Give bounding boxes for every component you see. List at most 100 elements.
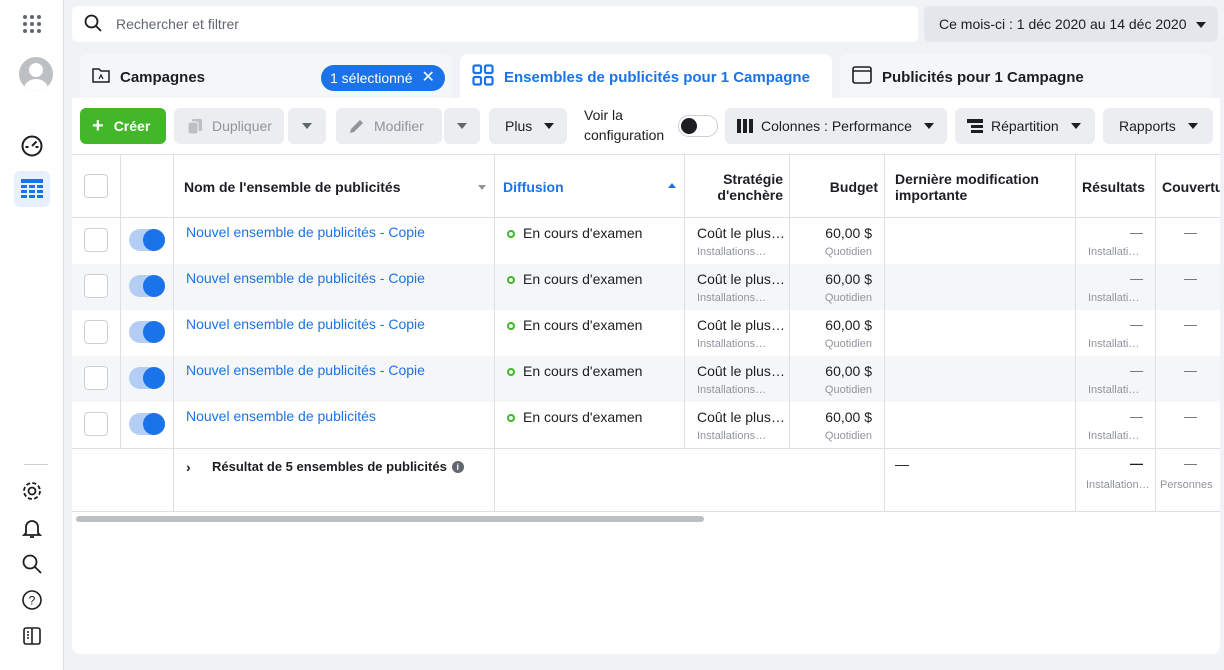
chevron-down-icon xyxy=(457,123,467,129)
modify-dropdown-button[interactable] xyxy=(444,108,480,144)
table-row[interactable]: Nouvel ensemble de publicités - Copie En… xyxy=(72,218,1220,264)
row-budget: 60,00 $ xyxy=(825,225,872,241)
breakdown-button[interactable]: Répartition xyxy=(955,108,1095,144)
reports-button[interactable]: Rapports xyxy=(1103,108,1213,144)
header-name-label: Nom de l'ensemble de publicités xyxy=(184,179,401,195)
left-navigation: ? xyxy=(0,0,64,670)
tab-campagnes-label: Campagnes xyxy=(120,68,206,86)
tab-publicites[interactable]: Publicités pour 1 Campagne xyxy=(840,54,1212,100)
summary-row: › Résultat de 5 ensembles de publicités … xyxy=(72,448,1220,512)
row-checkbox[interactable] xyxy=(84,228,108,252)
view-config-toggle[interactable] xyxy=(678,115,718,137)
horizontal-scrollbar[interactable] xyxy=(76,516,704,522)
bell-icon[interactable] xyxy=(14,510,50,546)
header-strategy[interactable]: Stratégie d'enchère xyxy=(685,155,790,217)
header-results[interactable]: Résultats xyxy=(1076,155,1156,217)
summary-empty-cell xyxy=(495,449,885,511)
columns-button[interactable]: Colonnes : Performance xyxy=(725,108,947,144)
svg-text:?: ? xyxy=(29,594,36,608)
header-budget[interactable]: Budget xyxy=(790,155,885,217)
chevron-down-icon xyxy=(1070,123,1081,129)
chevron-down-icon xyxy=(1187,123,1198,129)
row-diffusion-cell: En cours d'examen xyxy=(495,218,685,264)
help-icon[interactable]: ? xyxy=(14,582,50,618)
row-reach-cell: — xyxy=(1156,310,1220,356)
table-row[interactable]: Nouvel ensemble de publicités - Copie En… xyxy=(72,356,1220,402)
row-budget-cell: 60,00 $ Quotidien xyxy=(790,218,885,264)
row-check-cell xyxy=(72,310,121,356)
ad-set-name-link[interactable]: Nouvel ensemble de publicités xyxy=(186,408,376,424)
row-strategy-cell: Coût le plus faible Installations de l'ap… xyxy=(685,218,790,264)
more-button[interactable]: Plus xyxy=(489,108,567,144)
row-strategy: Coût le plus faible xyxy=(697,225,785,241)
duplicate-label: Dupliquer xyxy=(212,118,272,134)
row-active-toggle[interactable] xyxy=(129,229,165,251)
table-icon[interactable] xyxy=(14,171,50,207)
row-budget: 60,00 $ xyxy=(825,409,872,425)
header-reach[interactable]: Couvertu xyxy=(1156,155,1220,217)
summary-last-modified: — xyxy=(895,456,909,472)
row-reach: — xyxy=(1184,409,1197,424)
create-label: Créer xyxy=(113,118,151,134)
search-input[interactable] xyxy=(116,16,816,32)
create-button[interactable]: + Créer xyxy=(80,108,166,144)
search-bar[interactable] xyxy=(72,6,918,42)
ad-set-name-link[interactable]: Nouvel ensemble de publicités - Copie xyxy=(186,224,425,240)
row-checkbox[interactable] xyxy=(84,412,108,436)
close-icon[interactable]: ✕ xyxy=(422,70,435,86)
window-icon xyxy=(852,66,872,88)
row-budget-cell: 60,00 $ Quotidien xyxy=(790,264,885,310)
ad-set-name-link[interactable]: Nouvel ensemble de publicités - Copie xyxy=(186,362,425,378)
row-active-toggle[interactable] xyxy=(129,367,165,389)
table-row[interactable]: Nouvel ensemble de publicités - Copie En… xyxy=(72,310,1220,356)
selection-badge[interactable]: 1 sélectionné ✕ xyxy=(321,65,445,91)
row-reach: — xyxy=(1184,271,1197,286)
table-row[interactable]: Nouvel ensemble de publicités En cours d… xyxy=(72,402,1220,448)
header-diffusion-label: Diffusion xyxy=(503,179,564,195)
row-active-toggle[interactable] xyxy=(129,275,165,297)
row-checkbox[interactable] xyxy=(84,366,108,390)
header-diffusion[interactable]: Diffusion xyxy=(495,155,685,217)
summary-reach-cell: — Personnes xyxy=(1156,449,1220,511)
table-row[interactable]: Nouvel ensemble de publicités - Copie En… xyxy=(72,264,1220,310)
row-budget: 60,00 $ xyxy=(825,271,872,287)
row-status: En cours d'examen xyxy=(523,409,643,425)
modify-button[interactable]: Modifier xyxy=(336,108,442,144)
row-name-cell: Nouvel ensemble de publicités - Copie xyxy=(174,218,495,264)
chevron-right-icon[interactable]: › xyxy=(186,459,191,475)
row-budget-cell: 60,00 $ Quotidien xyxy=(790,356,885,402)
panel-icon[interactable] xyxy=(14,618,50,654)
header-last-modified[interactable]: Dernière modification importante xyxy=(885,155,1076,217)
search-nav-icon[interactable] xyxy=(14,546,50,582)
row-diffusion-cell: En cours d'examen xyxy=(495,310,685,356)
row-results: — xyxy=(1130,271,1143,286)
header-name[interactable]: Nom de l'ensemble de publicités xyxy=(174,155,495,217)
row-results-sub: Installations de l'application xyxy=(1088,430,1144,442)
apps-grid-icon[interactable] xyxy=(14,6,50,42)
row-reach-cell: — xyxy=(1156,402,1220,448)
row-checkbox[interactable] xyxy=(84,320,108,344)
gear-icon[interactable] xyxy=(14,473,50,509)
ad-set-name-link[interactable]: Nouvel ensemble de publicités - Copie xyxy=(186,316,425,332)
pencil-icon xyxy=(348,117,366,135)
row-budget-sub: Quotidien xyxy=(824,292,872,304)
info-icon[interactable]: i xyxy=(451,460,464,473)
ad-set-name-link[interactable]: Nouvel ensemble de publicités - Copie xyxy=(186,270,425,286)
selection-badge-label: 1 sélectionné xyxy=(330,70,413,86)
dashboard-icon[interactable] xyxy=(14,128,50,164)
tab-ensembles[interactable]: Ensembles de publicités pour 1 Campagne xyxy=(460,54,832,100)
row-reach-cell: — xyxy=(1156,264,1220,310)
row-diffusion-cell: En cours d'examen xyxy=(495,402,685,448)
duplicate-button[interactable]: Dupliquer xyxy=(174,108,284,144)
duplicate-dropdown-button[interactable] xyxy=(288,108,326,144)
avatar[interactable] xyxy=(19,57,53,91)
date-range-picker[interactable]: Ce mois-ci : 1 déc 2020 au 14 déc 2020 xyxy=(924,6,1218,42)
row-checkbox[interactable] xyxy=(84,274,108,298)
row-budget-sub: Quotidien xyxy=(824,384,872,396)
header-strategy-label: Stratégie d'enchère xyxy=(717,171,783,203)
row-active-toggle[interactable] xyxy=(129,321,165,343)
select-all-checkbox[interactable] xyxy=(84,174,108,198)
row-active-toggle[interactable] xyxy=(129,413,165,435)
tab-campagnes[interactable]: Campagnes 1 sélectionné ✕ xyxy=(80,54,452,100)
plus-icon: + xyxy=(92,115,104,137)
